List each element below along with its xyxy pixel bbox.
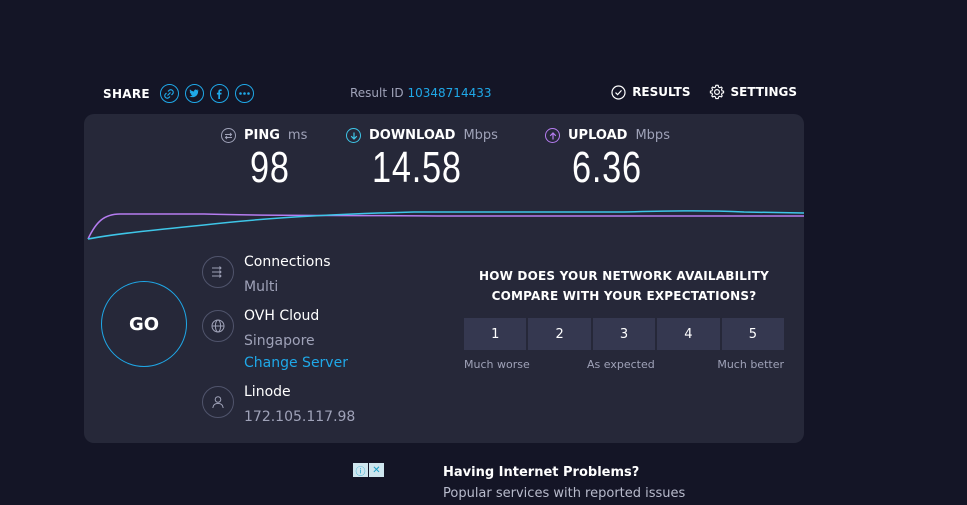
survey-question-line-2: COMPARE WITH YOUR EXPECTATIONS? bbox=[491, 289, 757, 303]
ad-info-icon[interactable]: ⓘ bbox=[353, 463, 368, 478]
ping-icon bbox=[221, 128, 236, 143]
download-unit: Mbps bbox=[463, 128, 498, 143]
server-location: Singapore bbox=[244, 333, 315, 349]
upload-label: UPLOAD bbox=[568, 128, 628, 143]
scale-label-low: Much worse bbox=[464, 358, 530, 371]
check-circle-icon bbox=[611, 84, 626, 100]
results-label: RESULTS bbox=[632, 85, 691, 99]
results-link[interactable]: RESULTS bbox=[611, 84, 691, 100]
server-name: OVH Cloud bbox=[244, 308, 320, 324]
download-value: 14.58 bbox=[372, 143, 462, 192]
download-speed-line bbox=[87, 210, 804, 240]
scale-label-mid: As expected bbox=[587, 358, 655, 371]
upload-arrow-icon bbox=[545, 128, 560, 143]
availability-survey: HOW DOES YOUR NETWORK AVAILABILITY COMPA… bbox=[464, 266, 785, 374]
result-id-value[interactable]: 10348714433 bbox=[408, 86, 492, 100]
change-server-link[interactable]: Change Server bbox=[244, 355, 348, 371]
promo-section: Having Internet Problems? Popular servic… bbox=[443, 465, 685, 501]
connections-label: Connections bbox=[244, 254, 331, 270]
provider-ip: 172.105.117.98 bbox=[244, 409, 356, 425]
rating-option-5[interactable]: 5 bbox=[721, 318, 785, 350]
connections-value[interactable]: Multi bbox=[244, 279, 278, 295]
link-icon[interactable] bbox=[159, 84, 179, 103]
upload-metric: UPLOAD Mbps 6.36 bbox=[545, 128, 670, 193]
gear-icon bbox=[709, 84, 724, 100]
upload-unit: Mbps bbox=[635, 128, 670, 143]
share-label: SHARE bbox=[103, 86, 150, 101]
rating-option-2[interactable]: 2 bbox=[528, 318, 591, 350]
results-panel: PING ms 98 DOWNLOAD Mbps 14.58 UPLOAD Mb… bbox=[84, 114, 804, 443]
ping-value: 98 bbox=[250, 143, 290, 192]
rating-option-3[interactable]: 3 bbox=[592, 318, 656, 350]
ad-close-icon[interactable]: ✕ bbox=[369, 463, 384, 477]
user-icon bbox=[202, 386, 234, 418]
provider-name: Linode bbox=[244, 384, 291, 400]
rating-option-4[interactable]: 4 bbox=[657, 318, 720, 350]
ping-label: PING bbox=[244, 128, 280, 143]
facebook-icon[interactable] bbox=[209, 84, 229, 103]
download-metric: DOWNLOAD Mbps 14.58 bbox=[346, 128, 498, 193]
survey-question: HOW DOES YOUR NETWORK AVAILABILITY COMPA… bbox=[464, 266, 784, 306]
top-bar: SHARE Result ID 10348714433 RESULTS SETT… bbox=[103, 80, 803, 106]
ping-unit: ms bbox=[287, 128, 308, 143]
go-button[interactable]: GO bbox=[101, 281, 187, 367]
share-group: SHARE bbox=[103, 84, 254, 103]
survey-question-line-1: HOW DOES YOUR NETWORK AVAILABILITY bbox=[478, 269, 770, 283]
settings-link[interactable]: SETTINGS bbox=[709, 84, 798, 100]
upload-value: 6.36 bbox=[572, 143, 642, 192]
download-arrow-icon bbox=[346, 128, 361, 143]
rating-scale-labels: Much worse As expected Much better bbox=[464, 358, 784, 374]
rating-scale: 1 2 3 4 5 bbox=[464, 318, 785, 350]
promo-heading: Having Internet Problems? bbox=[443, 465, 640, 480]
result-id: Result ID 10348714433 bbox=[350, 86, 491, 100]
settings-label: SETTINGS bbox=[730, 85, 798, 99]
twitter-icon[interactable] bbox=[184, 84, 204, 103]
scale-label-high: Much better bbox=[717, 358, 784, 371]
promo-subtext: Popular services with reported issues bbox=[443, 486, 686, 501]
connections-icon bbox=[202, 256, 234, 288]
ping-metric: PING ms 98 bbox=[221, 128, 307, 193]
nav-links: RESULTS SETTINGS bbox=[611, 84, 797, 100]
ad-choices-badge[interactable]: ⓘ ✕ bbox=[353, 463, 384, 478]
speed-graph bbox=[87, 210, 804, 240]
download-label: DOWNLOAD bbox=[369, 128, 456, 143]
more-icon[interactable] bbox=[234, 84, 254, 103]
globe-icon bbox=[202, 310, 234, 342]
rating-option-1[interactable]: 1 bbox=[464, 318, 527, 350]
result-id-label: Result ID bbox=[350, 86, 404, 100]
